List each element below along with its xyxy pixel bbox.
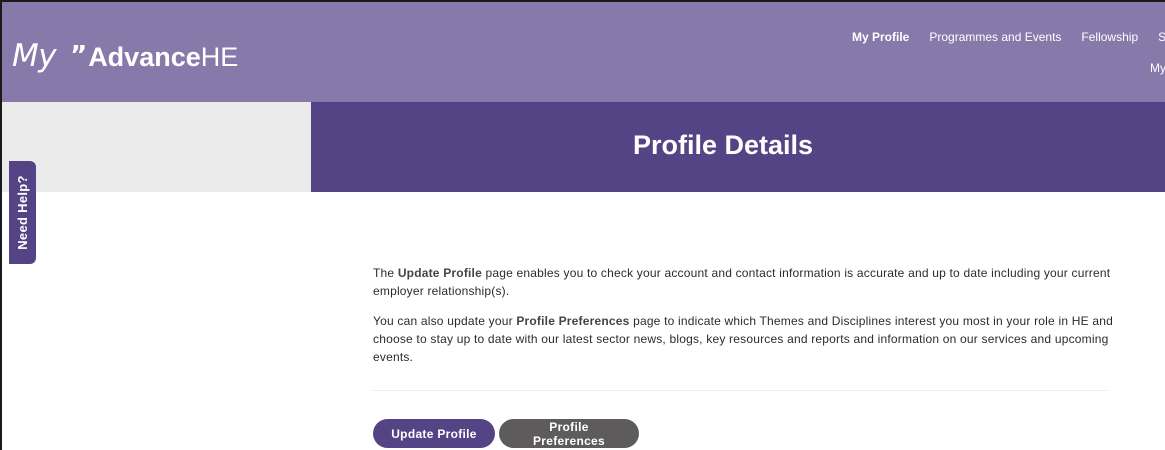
profile-preferences-button[interactable]: Profile Preferences: [499, 419, 639, 448]
logo-my-text: My: [12, 38, 57, 74]
intro-text: The Update Profile page enables you to c…: [373, 264, 1113, 366]
top-navigation: My Profile Programmes and Events Fellows…: [852, 30, 1165, 44]
nav-fellowship[interactable]: Fellowship: [1081, 30, 1138, 44]
need-help-label: Need Help?: [15, 175, 31, 250]
logo-advance-text: Advance: [88, 42, 201, 72]
nav-my-profile[interactable]: My Profile: [852, 30, 909, 44]
page-frame: My ” Advance HE My Profile Programmes an…: [0, 0, 1165, 450]
p1-after: page enables you to check your account a…: [373, 266, 1111, 298]
logo-he-text: HE: [200, 42, 239, 72]
content-divider: [373, 390, 1107, 391]
site-header: My ” Advance HE My Profile Programmes an…: [2, 2, 1165, 102]
need-help-tab[interactable]: Need Help?: [9, 161, 36, 264]
p1-bold-update-profile: Update Profile: [397, 266, 482, 280]
logo-quote-mark: ”: [70, 41, 88, 71]
intro-paragraph-profile-preferences: You can also update your Profile Prefere…: [373, 312, 1113, 366]
nav-truncated-item[interactable]: S: [1158, 30, 1165, 44]
p1-before: The: [373, 266, 398, 280]
update-profile-button[interactable]: Update Profile: [373, 419, 495, 448]
nav-second-row-item[interactable]: My: [1150, 61, 1165, 75]
p2-bold-profile-preferences: Profile Preferences: [516, 314, 630, 328]
nav-programmes-and-events[interactable]: Programmes and Events: [929, 30, 1061, 44]
myadvancehe-logo[interactable]: My ” Advance HE: [12, 38, 238, 82]
action-buttons: Update Profile Profile Preferences: [373, 419, 639, 448]
page-title: Profile Details: [632, 129, 814, 160]
page-banner: Profile Details: [311, 102, 1165, 192]
intro-paragraph-update-profile: The Update Profile page enables you to c…: [373, 264, 1113, 300]
p2-before: You can also update your: [373, 314, 517, 328]
side-panel: [2, 102, 311, 192]
